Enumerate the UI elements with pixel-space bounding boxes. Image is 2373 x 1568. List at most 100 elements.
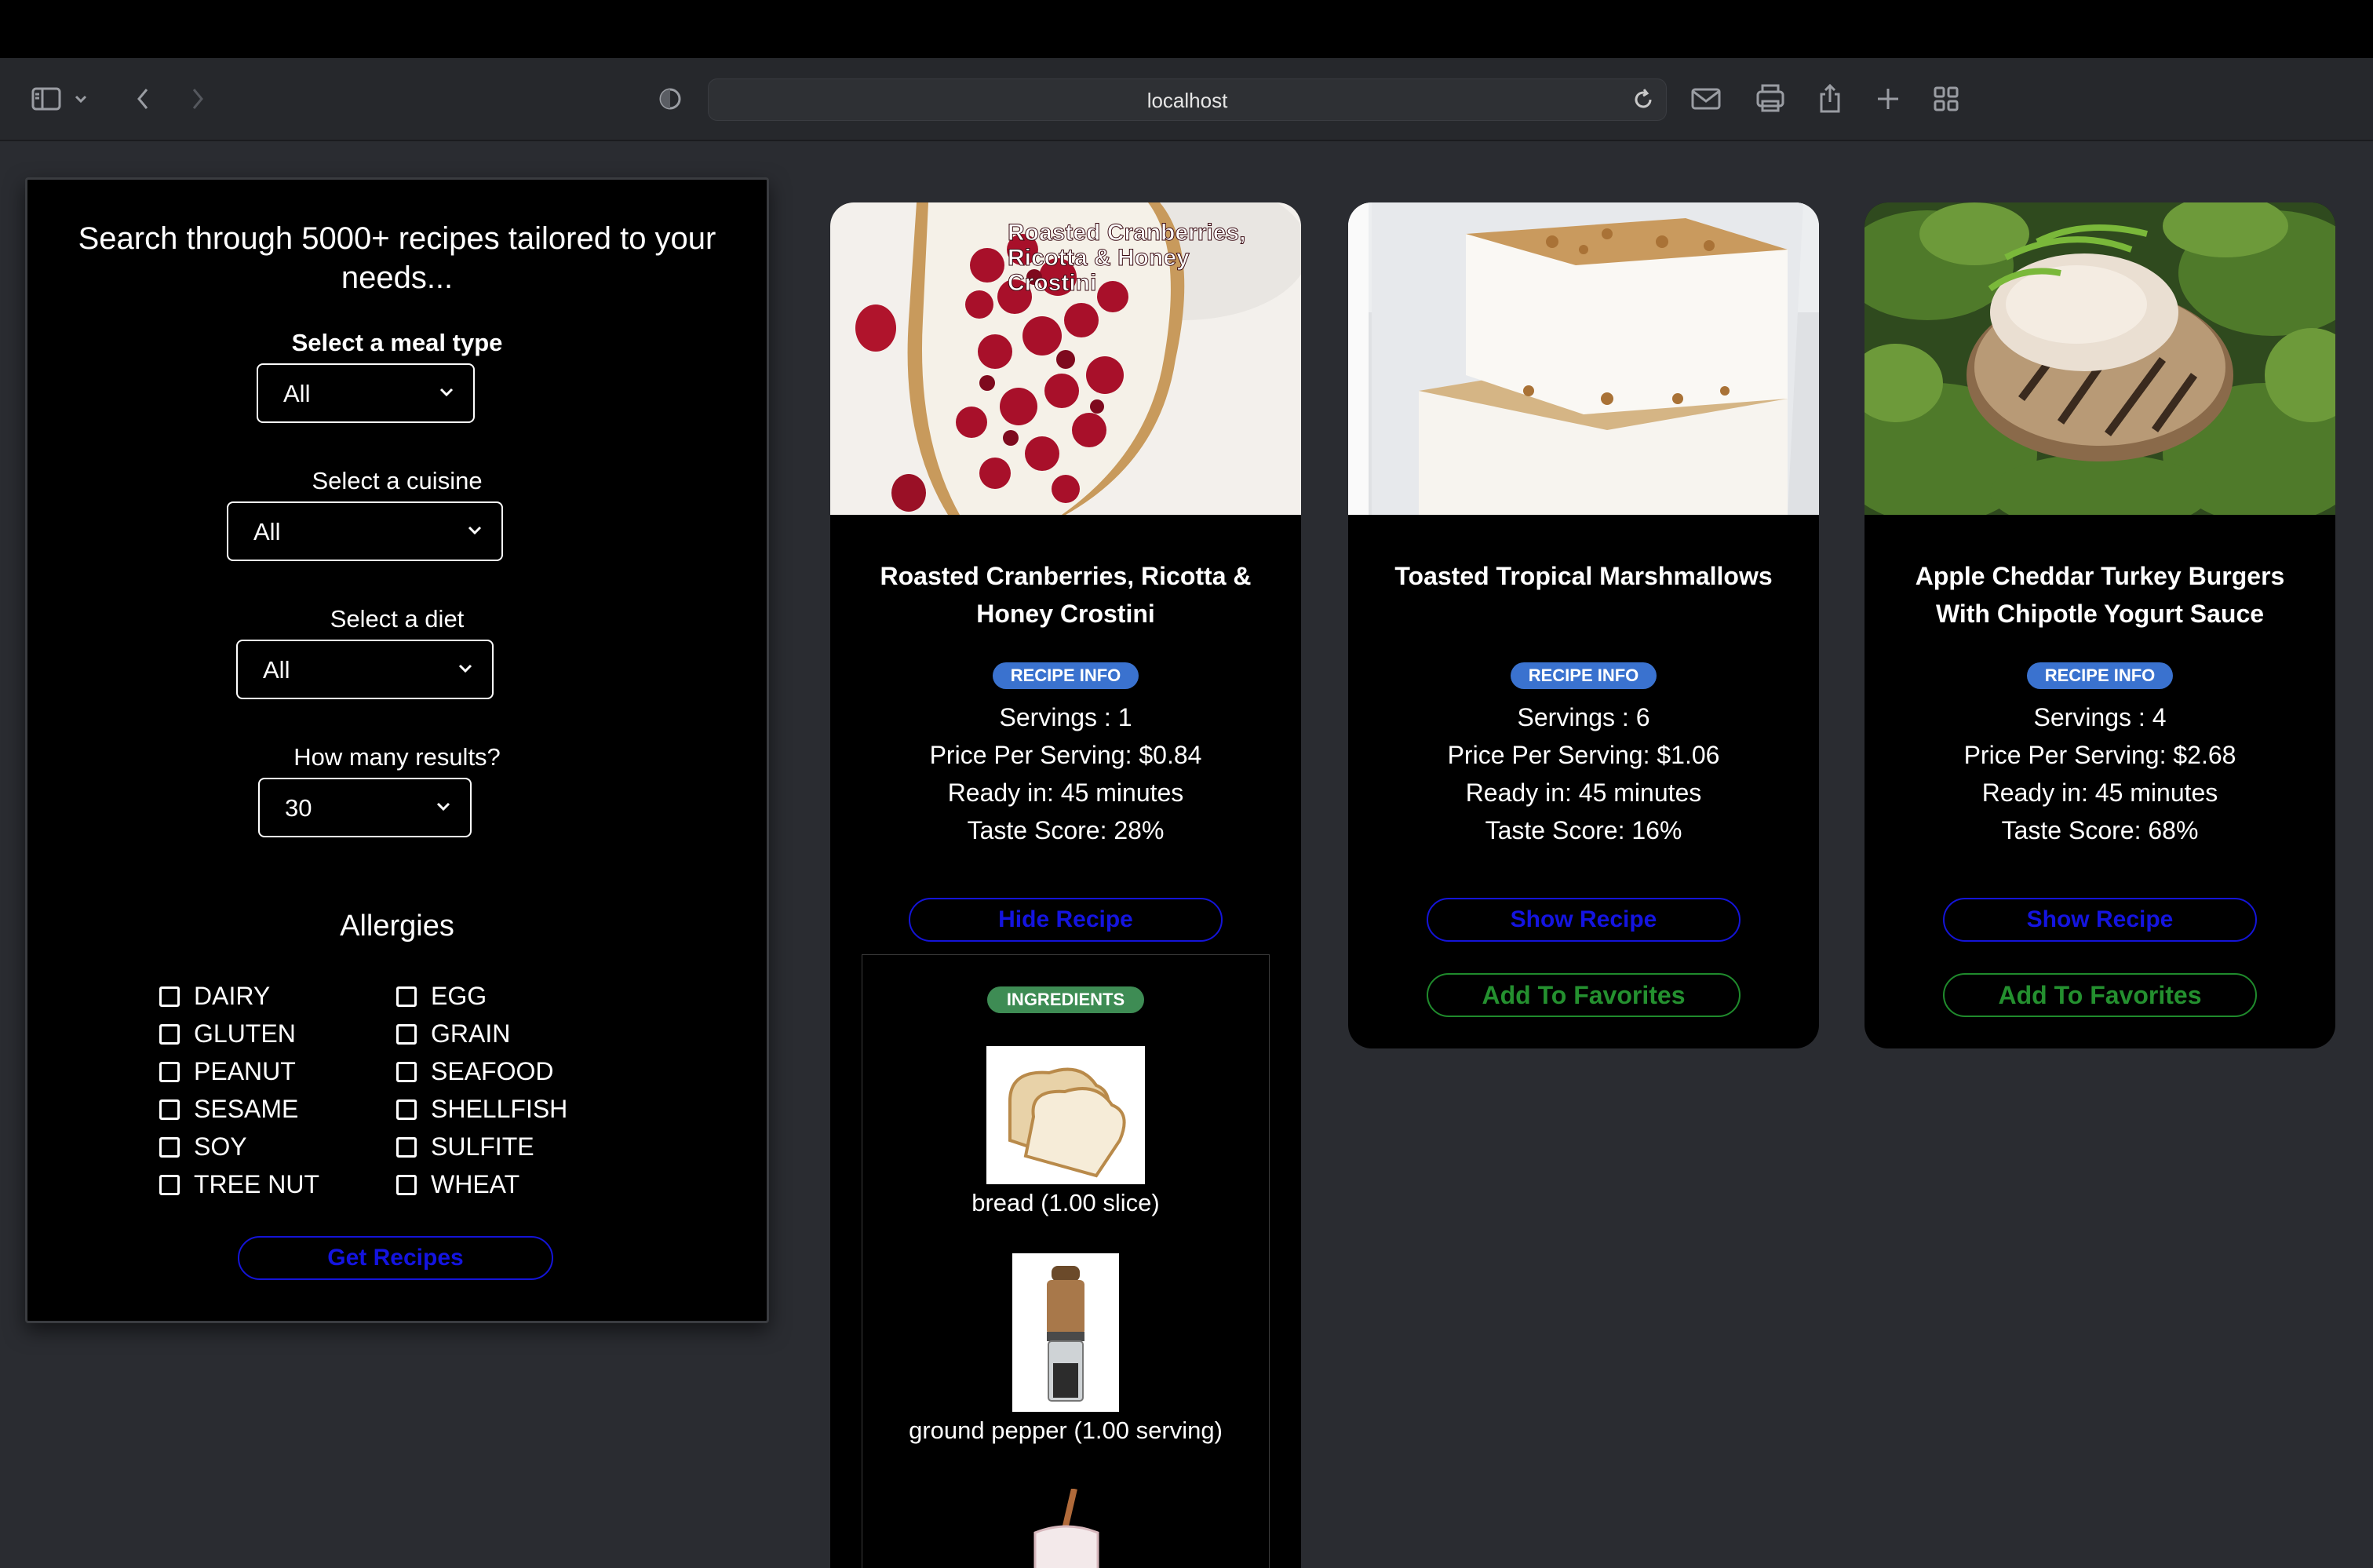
chevron-down-icon (439, 388, 454, 397)
diet-label: Select a diet (330, 605, 465, 633)
checkbox[interactable] (159, 1099, 180, 1120)
allergy-grain[interactable]: GRAIN (396, 1019, 510, 1048)
add-to-favorites-button[interactable]: Add To Favorites (1943, 973, 2257, 1017)
hide-recipe-button[interactable]: Hide Recipe (909, 898, 1223, 942)
servings-text: Servings : 6 (1517, 703, 1650, 731)
results-select[interactable]: 30 (258, 778, 472, 837)
privacy-shield-icon[interactable] (650, 78, 691, 119)
checkbox[interactable] (396, 986, 417, 1007)
recipe-info-badge: RECIPE INFO (993, 662, 1139, 689)
allergy-peanut[interactable]: PEANUT (159, 1057, 296, 1086)
ingredients-panel: INGREDIENTS bread (1.00 slice) ground pe… (862, 954, 1270, 1568)
chevron-down-icon (468, 526, 482, 535)
back-icon[interactable] (122, 78, 163, 119)
address-bar[interactable]: localhost (708, 78, 1667, 121)
meal-type-label: Select a meal type (291, 329, 503, 356)
price-text: Price Per Serving: $0.84 (929, 741, 1202, 769)
price-text: Price Per Serving: $2.68 (1963, 741, 2236, 769)
search-title: Search through 5000+ recipes tailored to… (78, 221, 716, 295)
window-top-bar (0, 0, 2373, 58)
results-label: How many results? (293, 743, 501, 771)
servings-text: Servings : 1 (999, 703, 1132, 731)
ingredient-image-bread (986, 1046, 1145, 1184)
allergy-seafood[interactable]: SEAFOOD (396, 1057, 553, 1086)
recipe-image-turkey-burger (1864, 202, 2335, 515)
chevron-down-icon[interactable] (71, 78, 91, 119)
servings-text: Servings : 4 (2033, 703, 2167, 731)
get-recipes-button[interactable]: Get Recipes (238, 1236, 553, 1280)
url-text: localhost (1146, 89, 1228, 112)
allergy-sulfite[interactable]: SULFITE (396, 1132, 534, 1161)
cuisine-select[interactable]: All (227, 501, 503, 561)
chevron-down-icon (458, 664, 472, 673)
recipe-info-badge: RECIPE INFO (2027, 662, 2173, 689)
tab-overview-icon[interactable] (1926, 78, 1967, 119)
results-value: 30 (285, 794, 312, 822)
allergy-egg[interactable]: EGG (396, 982, 487, 1011)
recipe-card: Roasted Cranberries, Ricotta & Honey Cro… (830, 202, 1301, 1568)
allergy-dairy[interactable]: DAIRY (159, 982, 270, 1011)
ingredient-image-jar (1019, 1488, 1114, 1568)
taste-score-text: Taste Score: 28% (967, 816, 1165, 844)
ingredient-image-pepper (1012, 1253, 1119, 1412)
recipe-image-marshmallows (1348, 202, 1819, 515)
checkbox[interactable] (396, 1136, 417, 1158)
meal-type-value: All (283, 380, 311, 407)
taste-score-text: Taste Score: 68% (2001, 816, 2199, 844)
sidebar-toggle-icon[interactable] (27, 78, 67, 119)
allergies-title: Allergies (340, 910, 454, 943)
checkbox[interactable] (396, 1099, 417, 1120)
ingredient-label: ground pepper (1.00 serving) (909, 1417, 1223, 1444)
diet-select[interactable]: All (236, 640, 494, 699)
allergy-shellfish[interactable]: SHELLFISH (396, 1095, 567, 1124)
checkbox[interactable] (159, 986, 180, 1007)
search-panel: Search through 5000+ recipes tailored to… (25, 177, 769, 1323)
allergy-tree-nut[interactable]: TREE NUT (159, 1170, 319, 1199)
ingredient-label: bread (1.00 slice) (971, 1189, 1160, 1216)
checkbox[interactable] (396, 1023, 417, 1045)
add-to-favorites-button[interactable]: Add To Favorites (1427, 973, 1741, 1017)
allergy-sesame[interactable]: SESAME (159, 1095, 298, 1124)
meal-type-select[interactable]: All (257, 363, 475, 423)
ready-time-text: Ready in: 45 minutes (1465, 779, 1702, 807)
ingredients-badge: INGREDIENTS (987, 986, 1144, 1013)
show-recipe-button[interactable]: Show Recipe (1427, 898, 1741, 942)
recipe-title: Apple Cheddar Turkey Burgers With Chipot… (1915, 562, 2285, 628)
checkbox[interactable] (159, 1136, 180, 1158)
recipe-image-crostini: Roasted Cranberries, Ricotta & Honey Cro… (830, 202, 1301, 515)
allergy-gluten[interactable]: GLUTEN (159, 1019, 296, 1048)
svg-text:Crostini: Crostini (1008, 270, 1096, 296)
recipe-card: Apple Cheddar Turkey Burgers With Chipot… (1864, 202, 2335, 1048)
checkbox[interactable] (396, 1061, 417, 1082)
recipe-card: Toasted Tropical Marshmallows RECIPE INF… (1348, 202, 1819, 1048)
chevron-down-icon (436, 802, 450, 811)
mail-icon[interactable] (1686, 78, 1726, 119)
share-icon[interactable] (1810, 78, 1850, 119)
forward-icon[interactable] (177, 78, 218, 119)
recipe-info: Servings : 1 Price Per Serving: $0.84 Re… (830, 698, 1301, 849)
allergy-wheat[interactable]: WHEAT (396, 1170, 519, 1199)
price-text: Price Per Serving: $1.06 (1447, 741, 1720, 769)
recipe-title: Roasted Cranberries, Ricotta & Honey Cro… (880, 562, 1252, 628)
recipe-title: Toasted Tropical Marshmallows (1394, 562, 1773, 590)
recipe-info: Servings : 6 Price Per Serving: $1.06 Re… (1348, 698, 1819, 849)
print-icon[interactable] (1750, 78, 1791, 119)
checkbox[interactable] (159, 1023, 180, 1045)
show-recipe-button[interactable]: Show Recipe (1943, 898, 2257, 942)
reload-icon[interactable] (1631, 88, 1655, 115)
new-tab-icon[interactable] (1868, 78, 1908, 119)
cuisine-value: All (253, 518, 281, 545)
checkbox[interactable] (396, 1174, 417, 1195)
checkbox[interactable] (159, 1061, 180, 1082)
allergy-soy[interactable]: SOY (159, 1132, 247, 1161)
diet-value: All (263, 656, 290, 684)
browser-toolbar: localhost (0, 58, 2373, 141)
svg-text:Roasted Cranberries,: Roasted Cranberries, (1008, 220, 1245, 246)
ready-time-text: Ready in: 45 minutes (1981, 779, 2218, 807)
ready-time-text: Ready in: 45 minutes (947, 779, 1184, 807)
cuisine-label: Select a cuisine (312, 467, 483, 494)
checkbox[interactable] (159, 1174, 180, 1195)
taste-score-text: Taste Score: 16% (1485, 816, 1682, 844)
recipe-info-badge: RECIPE INFO (1511, 662, 1657, 689)
recipe-info: Servings : 4 Price Per Serving: $2.68 Re… (1864, 698, 2335, 849)
